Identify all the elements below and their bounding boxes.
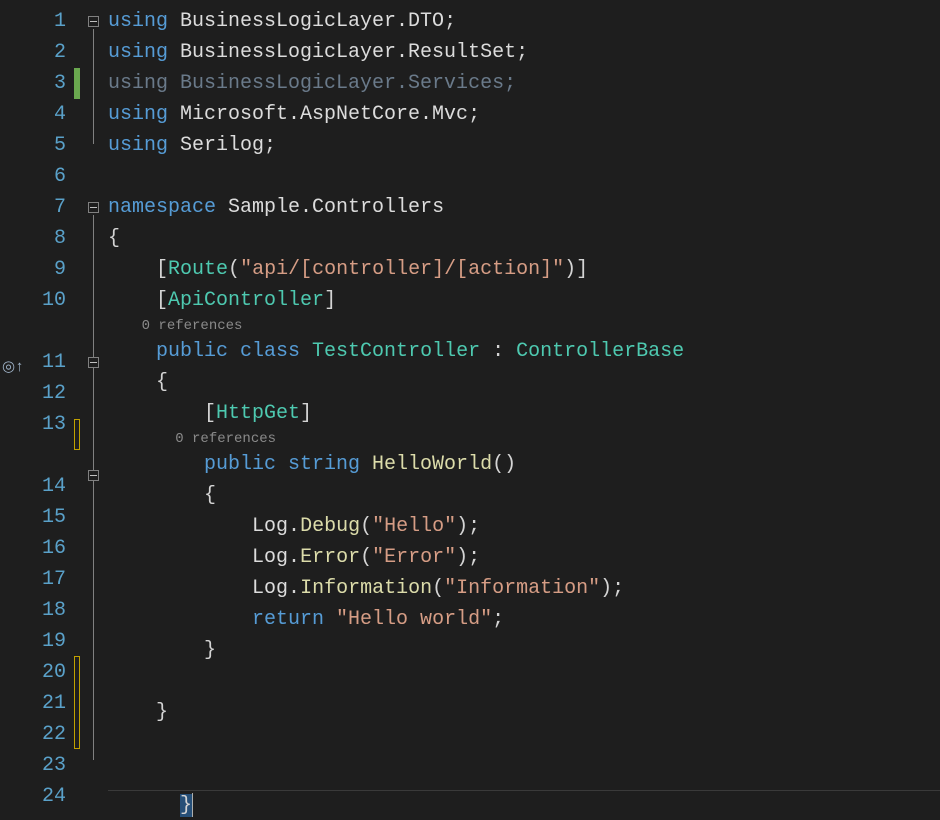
line-number[interactable]: 24 xyxy=(28,781,72,812)
folding-gutter[interactable] xyxy=(86,0,108,820)
code-line[interactable]: } xyxy=(108,728,940,759)
code-line[interactable]: using BusinessLogicLayer.Services; xyxy=(108,68,940,99)
code-line[interactable]: Log.Debug("Hello"); xyxy=(108,511,940,542)
code-line[interactable] xyxy=(108,759,940,790)
line-number[interactable]: 2 xyxy=(28,37,72,68)
change-bar-modified xyxy=(74,419,80,450)
code-line[interactable] xyxy=(108,161,940,192)
code-line[interactable]: { xyxy=(108,480,940,511)
line-number[interactable]: 12 xyxy=(28,378,72,409)
line-number[interactable]: 4 xyxy=(28,99,72,130)
line-number[interactable]: 22 xyxy=(28,719,72,750)
code-line[interactable]: { xyxy=(108,367,940,398)
codelens-reference[interactable]: 0 references xyxy=(108,316,940,336)
code-line[interactable]: public string HelloWorld() xyxy=(108,449,940,480)
fold-guide xyxy=(93,215,94,760)
line-number[interactable]: 18 xyxy=(28,595,72,626)
line-number[interactable]: 6 xyxy=(28,161,72,192)
line-number[interactable]: 8 xyxy=(28,223,72,254)
code-line[interactable]: Log.Error("Error"); xyxy=(108,542,940,573)
code-line[interactable]: [Route("api/[controller]/[action]")] xyxy=(108,254,940,285)
line-number[interactable]: 11 xyxy=(28,347,72,378)
line-number[interactable]: 1 xyxy=(28,6,72,37)
line-number[interactable]: 9 xyxy=(28,254,72,285)
line-number[interactable]: 14 xyxy=(28,471,72,502)
line-number[interactable]: 17 xyxy=(28,564,72,595)
text-cursor xyxy=(192,793,193,817)
code-line[interactable]: return "Hello world"; xyxy=(108,604,940,635)
line-number[interactable]: 5 xyxy=(28,130,72,161)
line-number[interactable]: 15 xyxy=(28,502,72,533)
line-number[interactable]: 7 xyxy=(28,192,72,223)
code-line[interactable] xyxy=(108,666,940,697)
change-nav-icon: ◎↑ xyxy=(2,357,24,376)
code-line[interactable]: } xyxy=(108,635,940,666)
code-line[interactable]: { xyxy=(108,223,940,254)
fold-guide xyxy=(93,29,94,144)
code-line[interactable]: public class TestController : Controller… xyxy=(108,336,940,367)
code-line[interactable]: namespace Sample.Controllers xyxy=(108,192,940,223)
fold-toggle-icon[interactable] xyxy=(88,16,99,27)
change-indicator-gutter xyxy=(72,0,86,820)
code-editor[interactable]: ◎↑ 1 2 3 4 5 6 7 8 9 10 11 12 13 14 15 1… xyxy=(0,0,940,820)
code-line[interactable]: [ApiController] xyxy=(108,285,940,316)
line-number[interactable]: 19 xyxy=(28,626,72,657)
code-line[interactable]: } xyxy=(108,697,940,728)
line-number-gutter[interactable]: 1 2 3 4 5 6 7 8 9 10 11 12 13 14 15 16 1… xyxy=(28,0,72,820)
line-number[interactable]: 16 xyxy=(28,533,72,564)
current-line-highlight xyxy=(108,790,940,820)
line-number[interactable]: 3 xyxy=(28,68,72,99)
line-number[interactable]: 20 xyxy=(28,657,72,688)
code-area[interactable]: using BusinessLogicLayer.DTO; using Busi… xyxy=(108,0,940,820)
line-number[interactable]: 23 xyxy=(28,750,72,781)
matched-brace: } xyxy=(180,794,192,817)
line-number[interactable]: 21 xyxy=(28,688,72,719)
fold-toggle-icon[interactable] xyxy=(88,470,99,481)
code-line[interactable]: Log.Information("Information"); xyxy=(108,573,940,604)
fold-toggle-icon[interactable] xyxy=(88,202,99,213)
change-bar-modified xyxy=(74,656,80,749)
code-line[interactable]: using BusinessLogicLayer.DTO; xyxy=(108,6,940,37)
line-number[interactable]: 13 xyxy=(28,409,72,440)
codelens-reference[interactable]: 0 references xyxy=(108,429,940,449)
change-bar-added xyxy=(74,68,80,99)
glyph-margin: ◎↑ xyxy=(0,0,28,820)
line-number[interactable]: 10 xyxy=(28,285,72,316)
code-line[interactable]: using BusinessLogicLayer.ResultSet; xyxy=(108,37,940,68)
code-line[interactable]: using Microsoft.AspNetCore.Mvc; xyxy=(108,99,940,130)
code-line[interactable]: using Serilog; xyxy=(108,130,940,161)
fold-toggle-icon[interactable] xyxy=(88,357,99,368)
code-line[interactable]: [HttpGet] xyxy=(108,398,940,429)
